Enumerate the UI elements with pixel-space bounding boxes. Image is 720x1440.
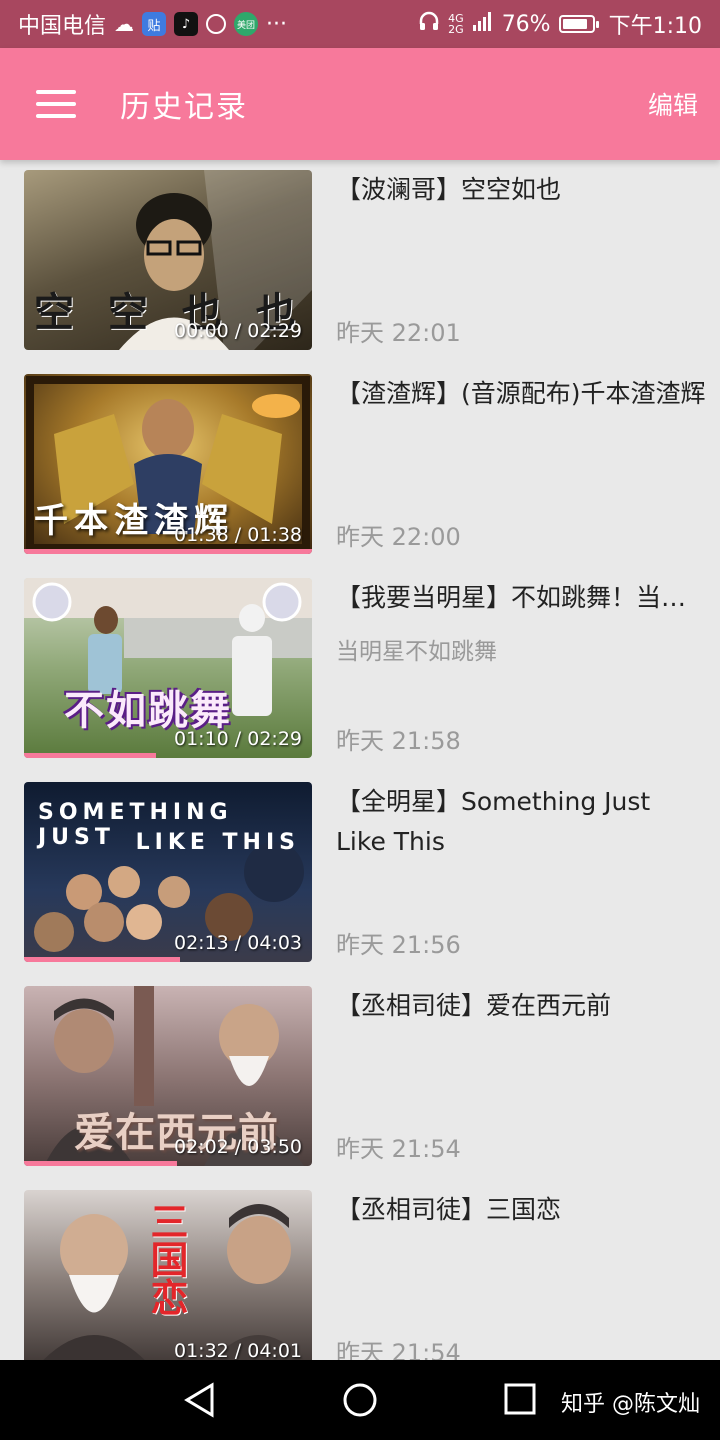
- video-thumbnail[interactable]: 千本渣渣辉 01:38 / 01:38: [24, 374, 312, 554]
- video-info: 【我要当明星】不如跳舞！当明星不如跳舞 当明星不如跳舞 昨天 21:58: [336, 578, 706, 758]
- thumbnail-caption-line2: LIKE THIS: [135, 830, 300, 855]
- zhihu-watermark: 知乎 @陈文灿: [561, 1392, 700, 1417]
- app-bar: 历史记录 编辑: [0, 48, 720, 160]
- video-title: 【渣渣辉】(音源配布)千本渣渣辉: [336, 379, 706, 408]
- history-item[interactable]: SOMETHING JUST LIKE THIS 02:13 / 04:03 【…: [24, 782, 704, 962]
- watched-date: 昨天 21:58: [336, 727, 461, 755]
- video-title: 【我要当明星】不如跳舞！当明星不如跳舞: [336, 583, 706, 612]
- watched-date: 昨天 21:54: [336, 1135, 461, 1163]
- history-item[interactable]: 千本渣渣辉 01:38 / 01:38 【渣渣辉】(音源配布)千本渣渣辉 昨天 …: [24, 374, 706, 554]
- battery-icon: [558, 15, 599, 33]
- video-info: 【丞相司徒】爱在西元前 昨天 21:54: [336, 986, 706, 1166]
- video-title: 【丞相司徒】爱在西元前: [336, 991, 612, 1020]
- video-thumbnail[interactable]: 不如跳舞 01:10 / 02:29: [24, 578, 312, 758]
- edit-button[interactable]: 编辑: [648, 86, 698, 122]
- video-title: 【波澜哥】空空如也: [336, 175, 562, 204]
- history-item[interactable]: 爱在西元前 02:02 / 03:50 【丞相司徒】爱在西元前 昨天 21:54: [24, 986, 704, 1166]
- carrier-label: 中国电信: [18, 14, 107, 39]
- network-type: 4G 2G: [448, 13, 464, 35]
- video-title: 【全明星】Something Just Like This: [336, 787, 651, 856]
- watched-date: 昨天 21:56: [336, 931, 461, 959]
- video-thumbnail[interactable]: 空 空 也 也 00:00 / 02:29: [24, 170, 312, 350]
- history-item[interactable]: 空 空 也 也 00:00 / 02:29 【波澜哥】空空如也 昨天 22:01: [24, 170, 704, 350]
- history-item[interactable]: 不如跳舞 01:10 / 02:29 【我要当明星】不如跳舞！当明星不如跳舞 当…: [24, 578, 706, 758]
- status-bar-right: 4G 2G 76% 下午1:10: [418, 8, 702, 40]
- phone-screen: 中国电信 ☁ 贴 ♪ 美团 ··· 4G 2G 76% 下午1:10 历史记录 …: [0, 0, 720, 1440]
- network-type-bottom: 2G: [448, 23, 464, 36]
- watched-date: 昨天 21:54: [336, 1339, 461, 1360]
- video-thumbnail[interactable]: 爱在西元前 02:02 / 03:50: [24, 986, 312, 1166]
- weather-icon: ☁: [114, 12, 135, 36]
- tieba-icon: 贴: [142, 12, 167, 36]
- watch-progress-bar: [24, 957, 180, 962]
- playback-time: 00:00 / 02:29: [174, 320, 302, 342]
- meituan-icon: 美团: [234, 12, 259, 36]
- status-bar: 中国电信 ☁ 贴 ♪ 美团 ··· 4G 2G 76% 下午1:10: [0, 0, 720, 48]
- playback-time: 02:02 / 03:50: [174, 1136, 302, 1158]
- video-thumbnail[interactable]: 三国恋 01:32 / 04:01: [24, 1190, 312, 1360]
- circle-app-icon: [206, 14, 227, 34]
- hamburger-menu-icon[interactable]: [36, 90, 76, 118]
- watched-date: 昨天 22:00: [336, 523, 461, 551]
- history-item[interactable]: 三国恋 01:32 / 04:01 【丞相司徒】三国恋 昨天 21:54: [24, 1190, 704, 1360]
- clock: 下午1:10: [608, 14, 702, 39]
- page-title: 历史记录: [120, 90, 248, 125]
- back-icon[interactable]: [182, 1382, 218, 1422]
- home-icon[interactable]: [342, 1382, 378, 1422]
- watch-progress-bar: [24, 549, 312, 554]
- playback-time: 01:10 / 02:29: [174, 728, 302, 750]
- thumbnail-caption: 三国恋: [144, 1202, 189, 1316]
- recents-icon[interactable]: [503, 1382, 537, 1420]
- battery-percent: 76%: [501, 11, 551, 37]
- watch-progress-bar: [24, 753, 157, 758]
- playback-time: 01:32 / 04:01: [174, 1340, 302, 1360]
- video-info: 【渣渣辉】(音源配布)千本渣渣辉 昨天 22:00: [336, 374, 706, 554]
- video-thumbnail[interactable]: SOMETHING JUST LIKE THIS 02:13 / 04:03: [24, 782, 312, 962]
- video-info: 【丞相司徒】三国恋 昨天 21:54: [336, 1190, 706, 1360]
- video-title: 【丞相司徒】三国恋: [336, 1195, 562, 1224]
- playback-time: 01:38 / 01:38: [174, 524, 302, 546]
- signal-icon: [472, 10, 494, 38]
- watched-date: 昨天 22:01: [336, 319, 461, 347]
- headphones-icon: [418, 10, 440, 38]
- status-bar-left: 中国电信 ☁ 贴 ♪ 美团 ···: [18, 8, 287, 40]
- video-subtitle: 当明星不如跳舞: [336, 639, 497, 665]
- system-navigation-bar: 知乎 @陈文灿: [0, 1360, 720, 1440]
- tiktok-icon: ♪: [174, 12, 199, 36]
- watch-progress-bar: [24, 1161, 177, 1166]
- playback-time: 02:13 / 04:03: [174, 932, 302, 954]
- video-info: 【全明星】Something Just Like This 昨天 21:56: [336, 782, 706, 962]
- history-list[interactable]: 空 空 也 也 00:00 / 02:29 【波澜哥】空空如也 昨天 22:01: [0, 160, 720, 1360]
- video-info: 【波澜哥】空空如也 昨天 22:01: [336, 170, 706, 350]
- more-notifications-icon: ···: [266, 11, 287, 37]
